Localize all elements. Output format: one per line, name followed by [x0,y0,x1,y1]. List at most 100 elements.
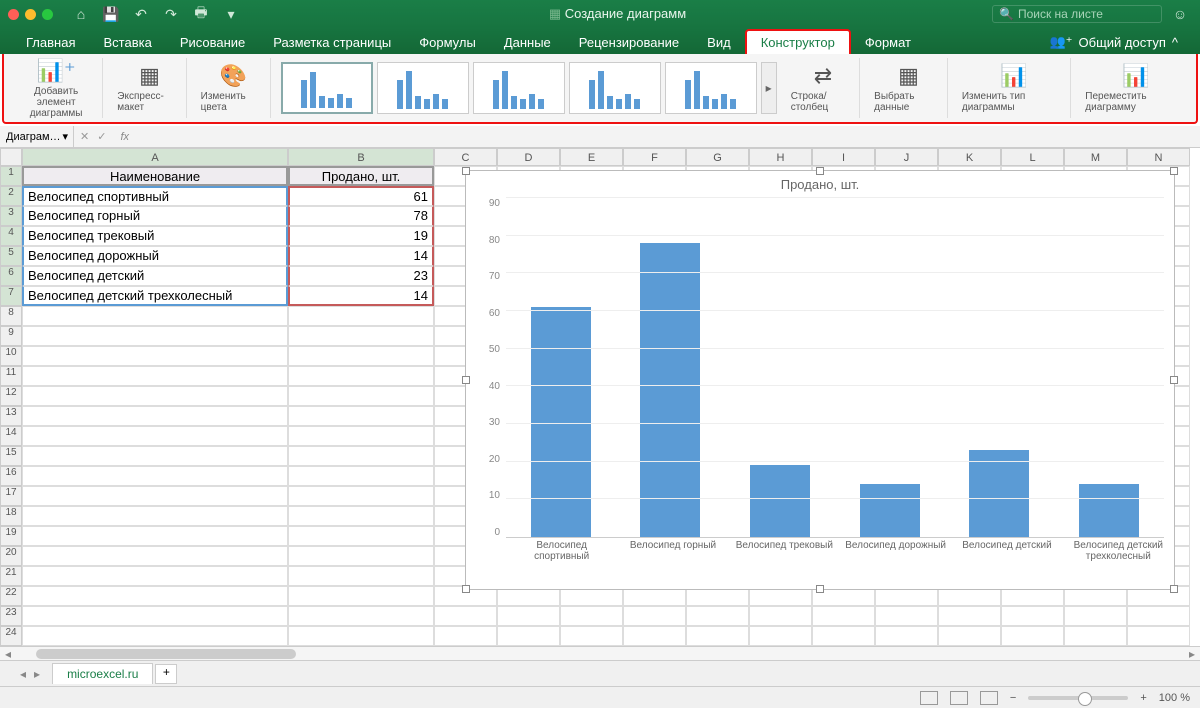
cell[interactable]: 61 [288,186,434,206]
cell[interactable] [288,626,434,646]
cell[interactable] [560,626,623,646]
cell[interactable]: Велосипед трековый [22,226,288,246]
cell[interactable] [686,626,749,646]
cancel-icon[interactable]: ✕ [80,130,89,143]
quick-layout-icon[interactable]: ▦ [139,63,160,89]
cell[interactable] [623,606,686,626]
sheet-nav-next-icon[interactable]: ▸ [34,667,40,681]
chart-title[interactable]: Продано, шт. [466,171,1174,198]
cell[interactable]: Продано, шт. [288,166,434,186]
chart-style-3[interactable] [473,62,565,114]
chart-bar[interactable] [1079,484,1139,537]
row-header[interactable]: 7 [0,286,22,306]
column-header[interactable]: I [812,148,875,166]
cell[interactable]: 14 [288,286,434,306]
cell[interactable] [749,606,812,626]
cell[interactable]: Велосипед спортивный [22,186,288,206]
chart-style-1[interactable] [281,62,373,114]
cell[interactable] [22,306,288,326]
row-header[interactable]: 4 [0,226,22,246]
sheet-tab[interactable]: microexcel.ru [52,663,153,684]
cell[interactable] [288,346,434,366]
cell[interactable] [22,546,288,566]
cell[interactable] [875,606,938,626]
chart-bar[interactable] [640,243,700,537]
chart-style-5[interactable] [665,62,757,114]
tab-data[interactable]: Данные [490,31,565,54]
column-header[interactable]: B [288,148,434,166]
view-page-icon[interactable] [950,691,968,705]
row-header[interactable]: 14 [0,426,22,446]
cell[interactable] [1127,626,1190,646]
cell[interactable] [812,626,875,646]
tab-review[interactable]: Рецензирование [565,31,693,54]
cell[interactable]: 78 [288,206,434,226]
share-button[interactable]: 👥⁺ Общий доступ ^ [1039,30,1188,54]
cell[interactable]: Наименование [22,166,288,186]
cell[interactable] [1001,626,1064,646]
column-header[interactable]: J [875,148,938,166]
cell[interactable] [288,586,434,606]
cell[interactable]: Велосипед дорожный [22,246,288,266]
row-header[interactable]: 21 [0,566,22,586]
tab-design[interactable]: Конструктор [745,29,851,54]
cell[interactable] [22,526,288,546]
tab-view[interactable]: Вид [693,31,745,54]
cell[interactable] [288,606,434,626]
confirm-icon[interactable]: ✓ [97,130,106,143]
sheet-nav-prev-icon[interactable]: ◂ [20,667,26,681]
column-header[interactable]: F [623,148,686,166]
chart-object[interactable]: Продано, шт. 9080706050403020100 Велосип… [465,170,1175,590]
view-normal-icon[interactable] [920,691,938,705]
row-header[interactable]: 3 [0,206,22,226]
cell[interactable] [1064,606,1127,626]
cell[interactable] [288,486,434,506]
column-header[interactable]: K [938,148,1001,166]
cell[interactable] [22,446,288,466]
column-header[interactable]: L [1001,148,1064,166]
zoom-slider[interactable] [1028,696,1128,700]
cell[interactable] [875,626,938,646]
row-header[interactable]: 24 [0,626,22,646]
row-header[interactable]: 22 [0,586,22,606]
column-header[interactable] [0,148,22,166]
cell[interactable] [22,426,288,446]
horizontal-scrollbar[interactable]: ◂▸ [0,646,1200,660]
cell[interactable] [288,466,434,486]
save-icon[interactable]: 💾 [99,2,123,26]
row-header[interactable]: 16 [0,466,22,486]
change-colors-icon[interactable]: 🎨 [219,63,246,89]
cell[interactable] [22,466,288,486]
chart-style-4[interactable] [569,62,661,114]
cell[interactable] [812,606,875,626]
cell[interactable] [288,426,434,446]
tab-insert[interactable]: Вставка [89,31,165,54]
cell[interactable] [288,406,434,426]
zoom-in-icon[interactable]: + [1140,692,1146,704]
column-header[interactable]: E [560,148,623,166]
cell[interactable] [938,626,1001,646]
row-header[interactable]: 11 [0,366,22,386]
cell[interactable] [22,506,288,526]
row-header[interactable]: 23 [0,606,22,626]
column-header[interactable]: A [22,148,288,166]
chart-bar[interactable] [969,450,1029,537]
cell[interactable] [1064,626,1127,646]
add-chart-element-icon[interactable]: 📊⁺ [37,58,76,84]
cell[interactable] [497,626,560,646]
cell[interactable]: 23 [288,266,434,286]
close-icon[interactable] [8,9,19,20]
cell[interactable]: Велосипед горный [22,206,288,226]
cell[interactable] [288,506,434,526]
user-icon[interactable]: ☺ [1168,2,1192,26]
cell[interactable] [22,566,288,586]
cell[interactable] [288,526,434,546]
cell[interactable] [434,626,497,646]
select-data-icon[interactable]: ▦ [898,63,919,89]
cell[interactable] [288,566,434,586]
move-chart-icon[interactable]: 📊 [1122,63,1149,89]
search-input[interactable]: 🔍 Поиск на листе [992,5,1162,23]
cell[interactable]: 19 [288,226,434,246]
cell[interactable] [686,606,749,626]
column-header[interactable]: M [1064,148,1127,166]
